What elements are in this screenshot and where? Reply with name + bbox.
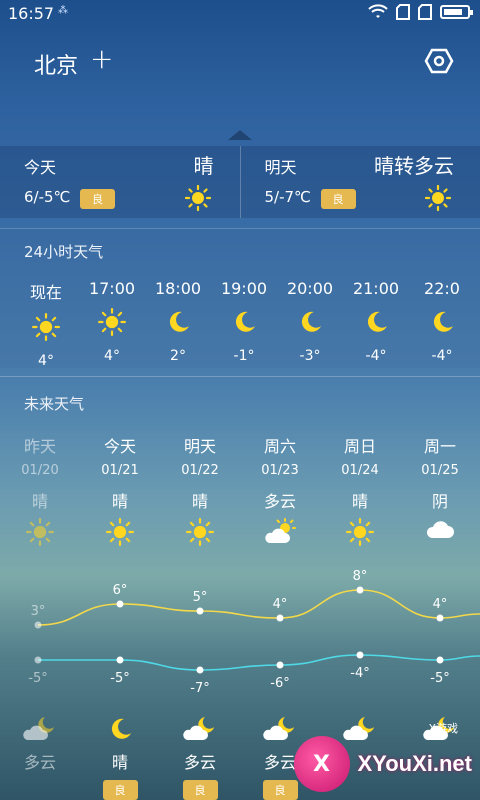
watermark: X游戏 X XYouXi.net [293,722,473,792]
today-summary[interactable]: 今天 晴 6/-5℃ 良 [0,146,240,218]
collapse-arrow-icon[interactable] [228,130,252,140]
moon-icon [346,308,406,336]
hourly-title: 24小时天气 [24,243,104,261]
hour-temp: 4° [104,348,120,364]
hour-temp: 2° [170,348,186,364]
low-temp-line [37,654,480,671]
hour-time: 现在 [29,283,62,302]
sim-indicator-icon: ⁂ [58,5,68,16]
hour-temp: 4° [38,353,54,369]
low-temp-label: -5° [430,671,449,686]
hour-time: 21:00 [352,279,400,298]
hour-time: 17:00 [88,279,136,298]
aqi-badge: 良 [182,780,218,800]
settings-icon[interactable] [424,48,454,74]
low-temp-point [356,651,364,659]
high-temp-point [356,586,364,594]
moon-icon [280,308,340,336]
high-temp-point [116,600,124,608]
add-city-button[interactable]: + [90,42,113,75]
hour-temp: -4° [431,348,453,364]
hour-temp: -1° [233,348,255,364]
moon-icon [148,308,208,336]
moon-icon [214,308,274,336]
high-temp-point [34,621,42,629]
sun-icon [82,308,142,336]
hour-time: 19:00 [220,279,268,298]
low-temp-label: -4° [350,666,369,681]
watermark-tag: X游戏 [428,722,458,735]
low-temp-point [436,656,444,664]
high-temp-label: 3° [31,604,46,619]
sun-icon [424,184,452,216]
low-temp-point [276,661,284,669]
today-condition: 晴 [193,154,214,178]
hour-temp: -3° [299,348,321,364]
low-temp-point [116,656,124,664]
high-temp-point [196,607,204,615]
night-item: 晴良 [80,715,160,800]
status-time: 16:57 [8,4,55,23]
low-temp-label: -5° [28,671,47,686]
high-temp-label: 5° [193,590,208,605]
night-condition: 多云 [23,753,56,772]
wifi-icon [368,4,388,18]
watermark-text: XYouXi.net [357,751,473,776]
status-bar: 16:57 ⁂ [0,0,480,28]
low-temp-label: -7° [190,681,209,696]
high-temp-label: 4° [273,597,288,612]
city-name[interactable]: 北京 [34,48,78,80]
hourly-item: 21:00 -4° [346,279,406,364]
sun-icon [16,313,76,341]
low-temp-point [196,666,204,674]
tomorrow-temp-range: 5/-7℃ [264,188,311,206]
high-temp-point [276,614,284,622]
today-label: 今天 [24,158,57,177]
sim-card-icon [396,4,410,20]
hourly-forecast[interactable]: 24小时天气 现在 4° 17:00 4° 18:00 2° 19:00 -1° 20:00 -3… [0,228,480,369]
today-aqi-badge: 良 [80,189,115,209]
low-temp-label: -6° [270,676,289,691]
sun-icon [184,184,212,216]
app-header: 北京 + [0,40,480,90]
hour-time: 20:00 [286,279,334,298]
hourly-item: 19:00 -1° [214,279,274,364]
aqi-badge: 良 [262,780,298,800]
night-condition: 多云 [183,753,216,772]
hourly-item: 18:00 2° [148,279,208,364]
hourly-item: 20:00 -3° [280,279,340,364]
hour-time: 22:0 [424,279,460,298]
cloud-moon-icon [160,715,240,743]
high-temp-label: 8° [353,569,368,584]
watermark-logo: X [293,736,350,792]
tomorrow-label: 明天 [264,158,297,177]
moon-icon [412,308,472,336]
moon-icon [80,715,160,743]
status-icons [368,4,473,20]
hour-temp: -4° [365,348,387,364]
night-item: 多云良 [160,715,240,800]
hourly-item: 现在 4° [16,279,76,369]
today-tomorrow-overview: 今天 晴 6/-5℃ 良 明天 晴转多云 5/-7℃ 良 [0,146,480,218]
hourly-item: 17:00 4° [82,279,142,364]
hour-time: 18:00 [154,279,202,298]
aqi-badge: 良 [102,780,138,800]
high-temp-label: 6° [113,583,128,598]
high-temp-label: 4° [433,597,448,612]
battery-icon [440,5,473,19]
low-temp-label: -5° [110,671,129,686]
low-temp-point [34,656,42,664]
night-condition: 晴 [111,753,128,772]
hourly-item: 22:0 -4° [412,279,472,364]
today-temp-range: 6/-5℃ [24,188,71,206]
tomorrow-aqi-badge: 良 [320,189,356,209]
high-temp-line [37,589,480,626]
tomorrow-summary[interactable]: 明天 晴转多云 5/-7℃ 良 [239,146,480,218]
sim-card-2-icon [418,4,432,20]
tomorrow-condition: 晴转多云 [374,154,454,178]
cloud-moon-icon [0,715,80,743]
high-temp-point [436,614,444,622]
night-item: 多云 [0,715,80,773]
